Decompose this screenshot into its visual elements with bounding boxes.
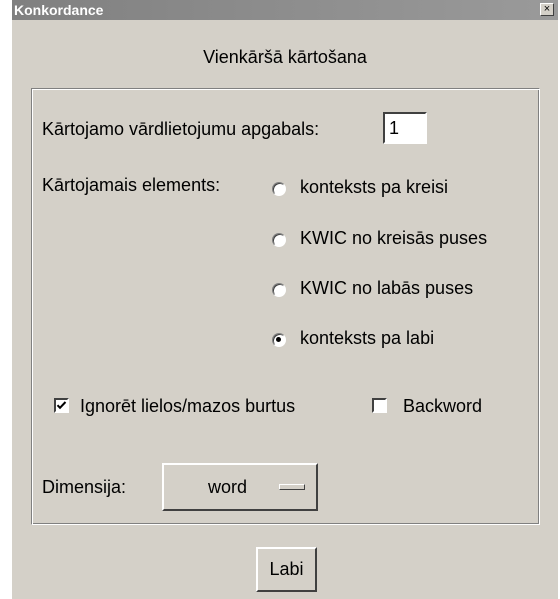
radio-kwic-left[interactable] [272, 233, 286, 247]
sort-settings-group [31, 88, 540, 525]
window-title: Konkordance [14, 2, 104, 18]
range-label: Kārtojamo vārdlietojumu apgabals: [42, 119, 320, 139]
checkmark-icon [56, 401, 67, 410]
radio-context-left[interactable] [272, 182, 286, 196]
option-menu-indicator-icon [279, 484, 305, 490]
radio-context-right[interactable] [272, 333, 286, 347]
backword-checkbox[interactable] [372, 398, 387, 413]
ignore-case-label[interactable]: Ignorēt lielos/mazos burtus [80, 396, 295, 417]
dimension-option-menu[interactable]: word [162, 463, 318, 511]
title-bar: Konkordance × [12, 0, 558, 20]
sort-element-label: Kārtojamais elements: [42, 175, 221, 195]
dialog-heading: Vienkāršā kārtošana [203, 47, 367, 67]
backword-label[interactable]: Backword [403, 396, 482, 417]
radio-kwic-right[interactable] [272, 283, 286, 297]
radio-label-context-right[interactable]: konteksts pa labi [300, 328, 434, 349]
dialog-window: Konkordance × Vienkāršā kārtošana Kārtoj… [12, 0, 558, 599]
radio-label-kwic-right[interactable]: KWIC no labās puses [300, 278, 473, 299]
dimension-value: word [208, 477, 248, 497]
range-input[interactable] [383, 112, 427, 144]
radio-label-kwic-left[interactable]: KWIC no kreisās puses [300, 228, 487, 249]
dimension-label: Dimensija: [42, 477, 127, 497]
radio-label-context-left[interactable]: konteksts pa kreisi [300, 177, 448, 198]
close-icon: × [543, 3, 551, 15]
close-button[interactable]: × [540, 3, 554, 16]
ignore-case-checkbox[interactable] [54, 398, 69, 413]
ok-button[interactable]: Labi [256, 547, 317, 592]
